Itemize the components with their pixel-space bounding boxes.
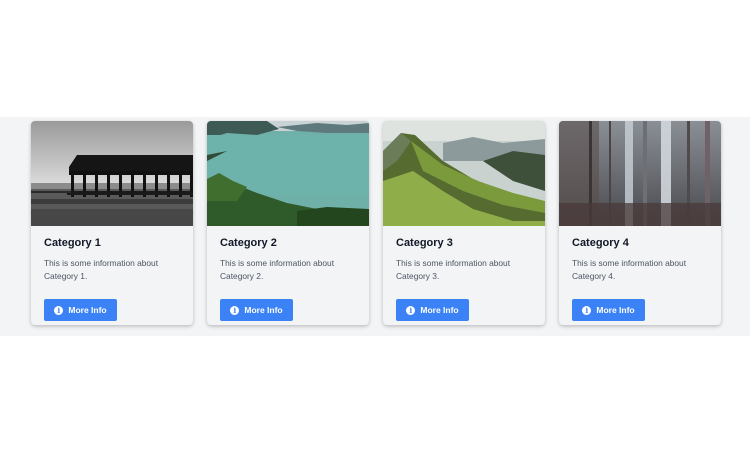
category-card-1: Category 1 This is some information abou…: [31, 121, 193, 325]
card-title: Category 1: [44, 237, 101, 249]
more-info-button[interactable]: i More Info: [44, 299, 117, 321]
info-circle-icon: i: [54, 305, 64, 315]
card-image-lake: [207, 121, 369, 226]
info-circle-icon: i: [230, 305, 240, 315]
category-card-2: Category 2 This is some information abou…: [207, 121, 369, 325]
category-card-4: Category 4 This is some information abou…: [559, 121, 721, 325]
card-image-valley: [383, 121, 545, 226]
card-description: This is some information about Category …: [396, 258, 511, 281]
info-circle-icon: i: [582, 305, 592, 315]
button-label: More Info: [420, 305, 459, 315]
card-image-forest: [559, 121, 721, 226]
card-description: This is some information about Category …: [220, 258, 335, 281]
button-label: More Info: [68, 305, 107, 315]
card-title: Category 2: [220, 237, 277, 249]
card-title: Category 3: [396, 237, 453, 249]
card-description: This is some information about Category …: [572, 258, 687, 281]
info-circle-icon: i: [406, 305, 416, 315]
button-label: More Info: [596, 305, 635, 315]
card-description: This is some information about Category …: [44, 258, 159, 281]
card-image-pier: [31, 121, 193, 226]
more-info-button[interactable]: i More Info: [572, 299, 645, 321]
category-card-3: Category 3 This is some information abou…: [383, 121, 545, 325]
more-info-button[interactable]: i More Info: [396, 299, 469, 321]
card-title: Category 4: [572, 237, 629, 249]
button-label: More Info: [244, 305, 283, 315]
more-info-button[interactable]: i More Info: [220, 299, 293, 321]
